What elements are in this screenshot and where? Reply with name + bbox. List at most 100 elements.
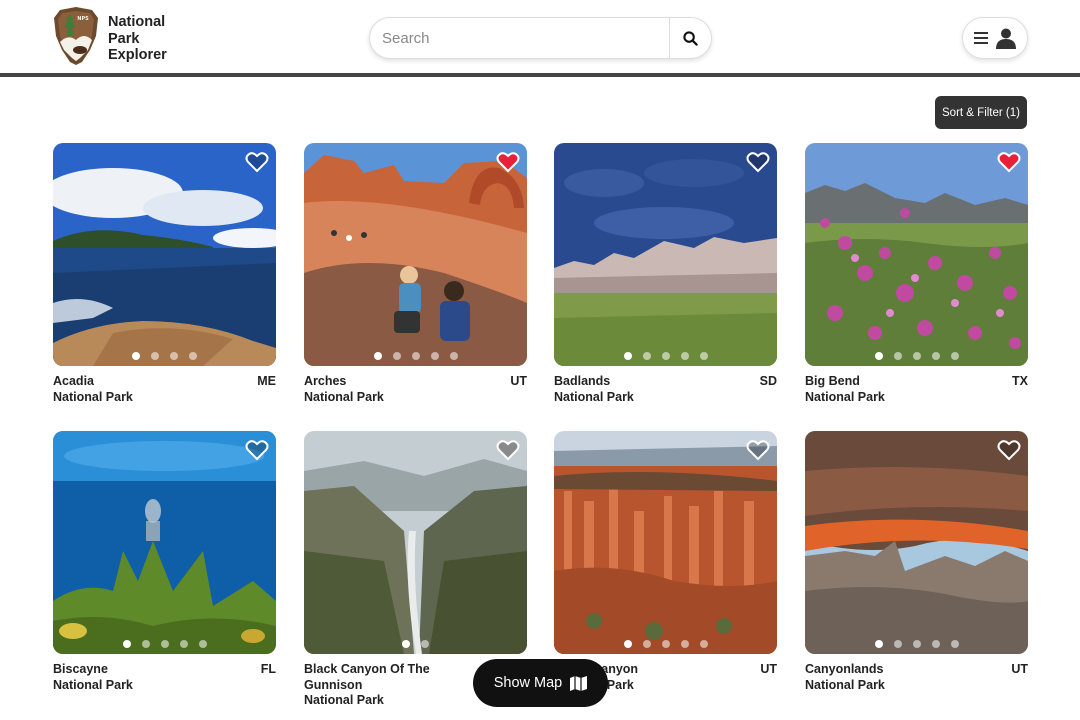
header: NPS National Park Explorer (0, 0, 1080, 77)
search-input[interactable] (382, 26, 662, 50)
carousel-dot[interactable] (179, 640, 188, 648)
carousel-dot[interactable] (170, 352, 178, 360)
favorite-heart-icon[interactable] (997, 439, 1021, 461)
carousel-dot[interactable] (141, 640, 150, 648)
carousel-dot[interactable] (931, 352, 940, 360)
black-canyon-photo (304, 431, 527, 654)
carousel-dot[interactable] (189, 352, 197, 360)
carousel-dot[interactable] (430, 352, 439, 360)
user-menu-button[interactable] (962, 17, 1028, 59)
carousel-dot[interactable] (411, 352, 420, 360)
park-name: Arches (304, 374, 347, 388)
park-state: ME (257, 374, 276, 388)
carousel-dot[interactable] (132, 352, 140, 360)
svg-text:NPS: NPS (77, 16, 89, 22)
canyonlands-photo (805, 431, 1028, 654)
search-icon (683, 30, 698, 46)
show-map-button[interactable]: Show Map (473, 659, 608, 707)
park-photo[interactable] (554, 143, 777, 366)
park-photo[interactable] (53, 431, 276, 654)
carousel-dot[interactable] (449, 352, 458, 360)
favorite-heart-icon[interactable] (997, 151, 1021, 173)
app-title[interactable]: National Park Explorer (108, 14, 167, 64)
carousel-dot[interactable] (392, 352, 401, 360)
park-name: Acadia (53, 374, 94, 388)
nps-arrowhead-logo[interactable]: NPS (52, 6, 100, 66)
carousel-dot[interactable] (699, 352, 708, 360)
carousel-dot[interactable] (198, 640, 207, 648)
carousel-dot[interactable] (642, 640, 651, 648)
park-photo[interactable] (805, 143, 1028, 366)
park-card[interactable]: Bryce Canyon National Park UT (554, 431, 777, 693)
park-suffix: National Park (53, 677, 133, 692)
carousel-dot[interactable] (874, 352, 883, 360)
carousel-dot[interactable] (122, 640, 131, 648)
carousel-dot[interactable] (699, 640, 708, 648)
park-state: TX (1012, 374, 1028, 388)
bryce-canyon-photo (554, 431, 777, 654)
park-state: UT (1011, 662, 1028, 676)
park-suffix: National Park (805, 677, 885, 692)
park-suffix: National Park (53, 389, 133, 404)
park-state: FL (260, 662, 276, 676)
photo-carousel-dots (805, 352, 1028, 360)
carousel-dot[interactable] (373, 352, 382, 360)
favorite-heart-icon[interactable] (746, 439, 770, 461)
park-name: Big Bend (805, 374, 860, 388)
carousel-dot[interactable] (661, 352, 670, 360)
app-title-line: National (108, 14, 166, 30)
park-info: Canyonlands National Park UT (805, 662, 1028, 693)
park-photo[interactable] (304, 431, 527, 654)
park-card[interactable]: Acadia National Park ME (53, 143, 276, 405)
park-card[interactable]: Biscayne National Park FL (53, 431, 276, 693)
photo-carousel-dots (53, 640, 276, 648)
user-avatar-icon (996, 28, 1016, 49)
carousel-dot[interactable] (680, 352, 689, 360)
park-suffix: National Park (554, 389, 634, 404)
favorite-heart-icon[interactable] (496, 439, 520, 461)
carousel-dot[interactable] (874, 640, 883, 648)
hamburger-menu-icon (974, 32, 988, 44)
sort-filter-button[interactable]: Sort & Filter (1) (935, 96, 1027, 129)
carousel-dot[interactable] (402, 640, 410, 648)
carousel-dot[interactable] (950, 640, 959, 648)
park-state: SD (759, 374, 777, 388)
park-photo[interactable] (805, 431, 1028, 654)
park-info: Badlands National Park SD (554, 374, 777, 405)
park-photo[interactable] (53, 143, 276, 366)
park-photo[interactable] (554, 431, 777, 654)
favorite-heart-icon[interactable] (496, 151, 520, 173)
arches-photo (304, 143, 527, 366)
carousel-dot[interactable] (661, 640, 670, 648)
carousel-dot[interactable] (893, 640, 902, 648)
park-card[interactable]: Canyonlands National Park UT (805, 431, 1028, 693)
park-photo[interactable] (304, 143, 527, 366)
photo-carousel-dots (805, 640, 1028, 648)
carousel-dot[interactable] (912, 352, 921, 360)
park-card[interactable]: Big Bend National Park TX (805, 143, 1028, 405)
park-name: Black Canyon Of The Gunnison (304, 662, 430, 692)
carousel-dot[interactable] (642, 352, 651, 360)
park-card[interactable]: Badlands National Park SD (554, 143, 777, 405)
park-info: Big Bend National Park TX (805, 374, 1028, 405)
photo-carousel-dots (554, 640, 777, 648)
carousel-dot[interactable] (160, 640, 169, 648)
favorite-heart-icon[interactable] (746, 151, 770, 173)
carousel-dot[interactable] (893, 352, 902, 360)
park-card[interactable]: Arches National Park UT (304, 143, 527, 405)
park-suffix: National Park (304, 389, 384, 404)
carousel-dot[interactable] (151, 352, 159, 360)
carousel-dot[interactable] (950, 352, 959, 360)
carousel-dot[interactable] (623, 640, 632, 648)
park-info: Arches National Park UT (304, 374, 527, 405)
favorite-heart-icon[interactable] (245, 439, 269, 461)
carousel-dot[interactable] (912, 640, 921, 648)
search-button[interactable] (669, 18, 711, 58)
big-bend-photo (805, 143, 1028, 366)
map-icon (570, 675, 588, 691)
carousel-dot[interactable] (623, 352, 632, 360)
favorite-heart-icon[interactable] (245, 151, 269, 173)
carousel-dot[interactable] (931, 640, 940, 648)
carousel-dot[interactable] (680, 640, 689, 648)
carousel-dot[interactable] (421, 640, 429, 648)
